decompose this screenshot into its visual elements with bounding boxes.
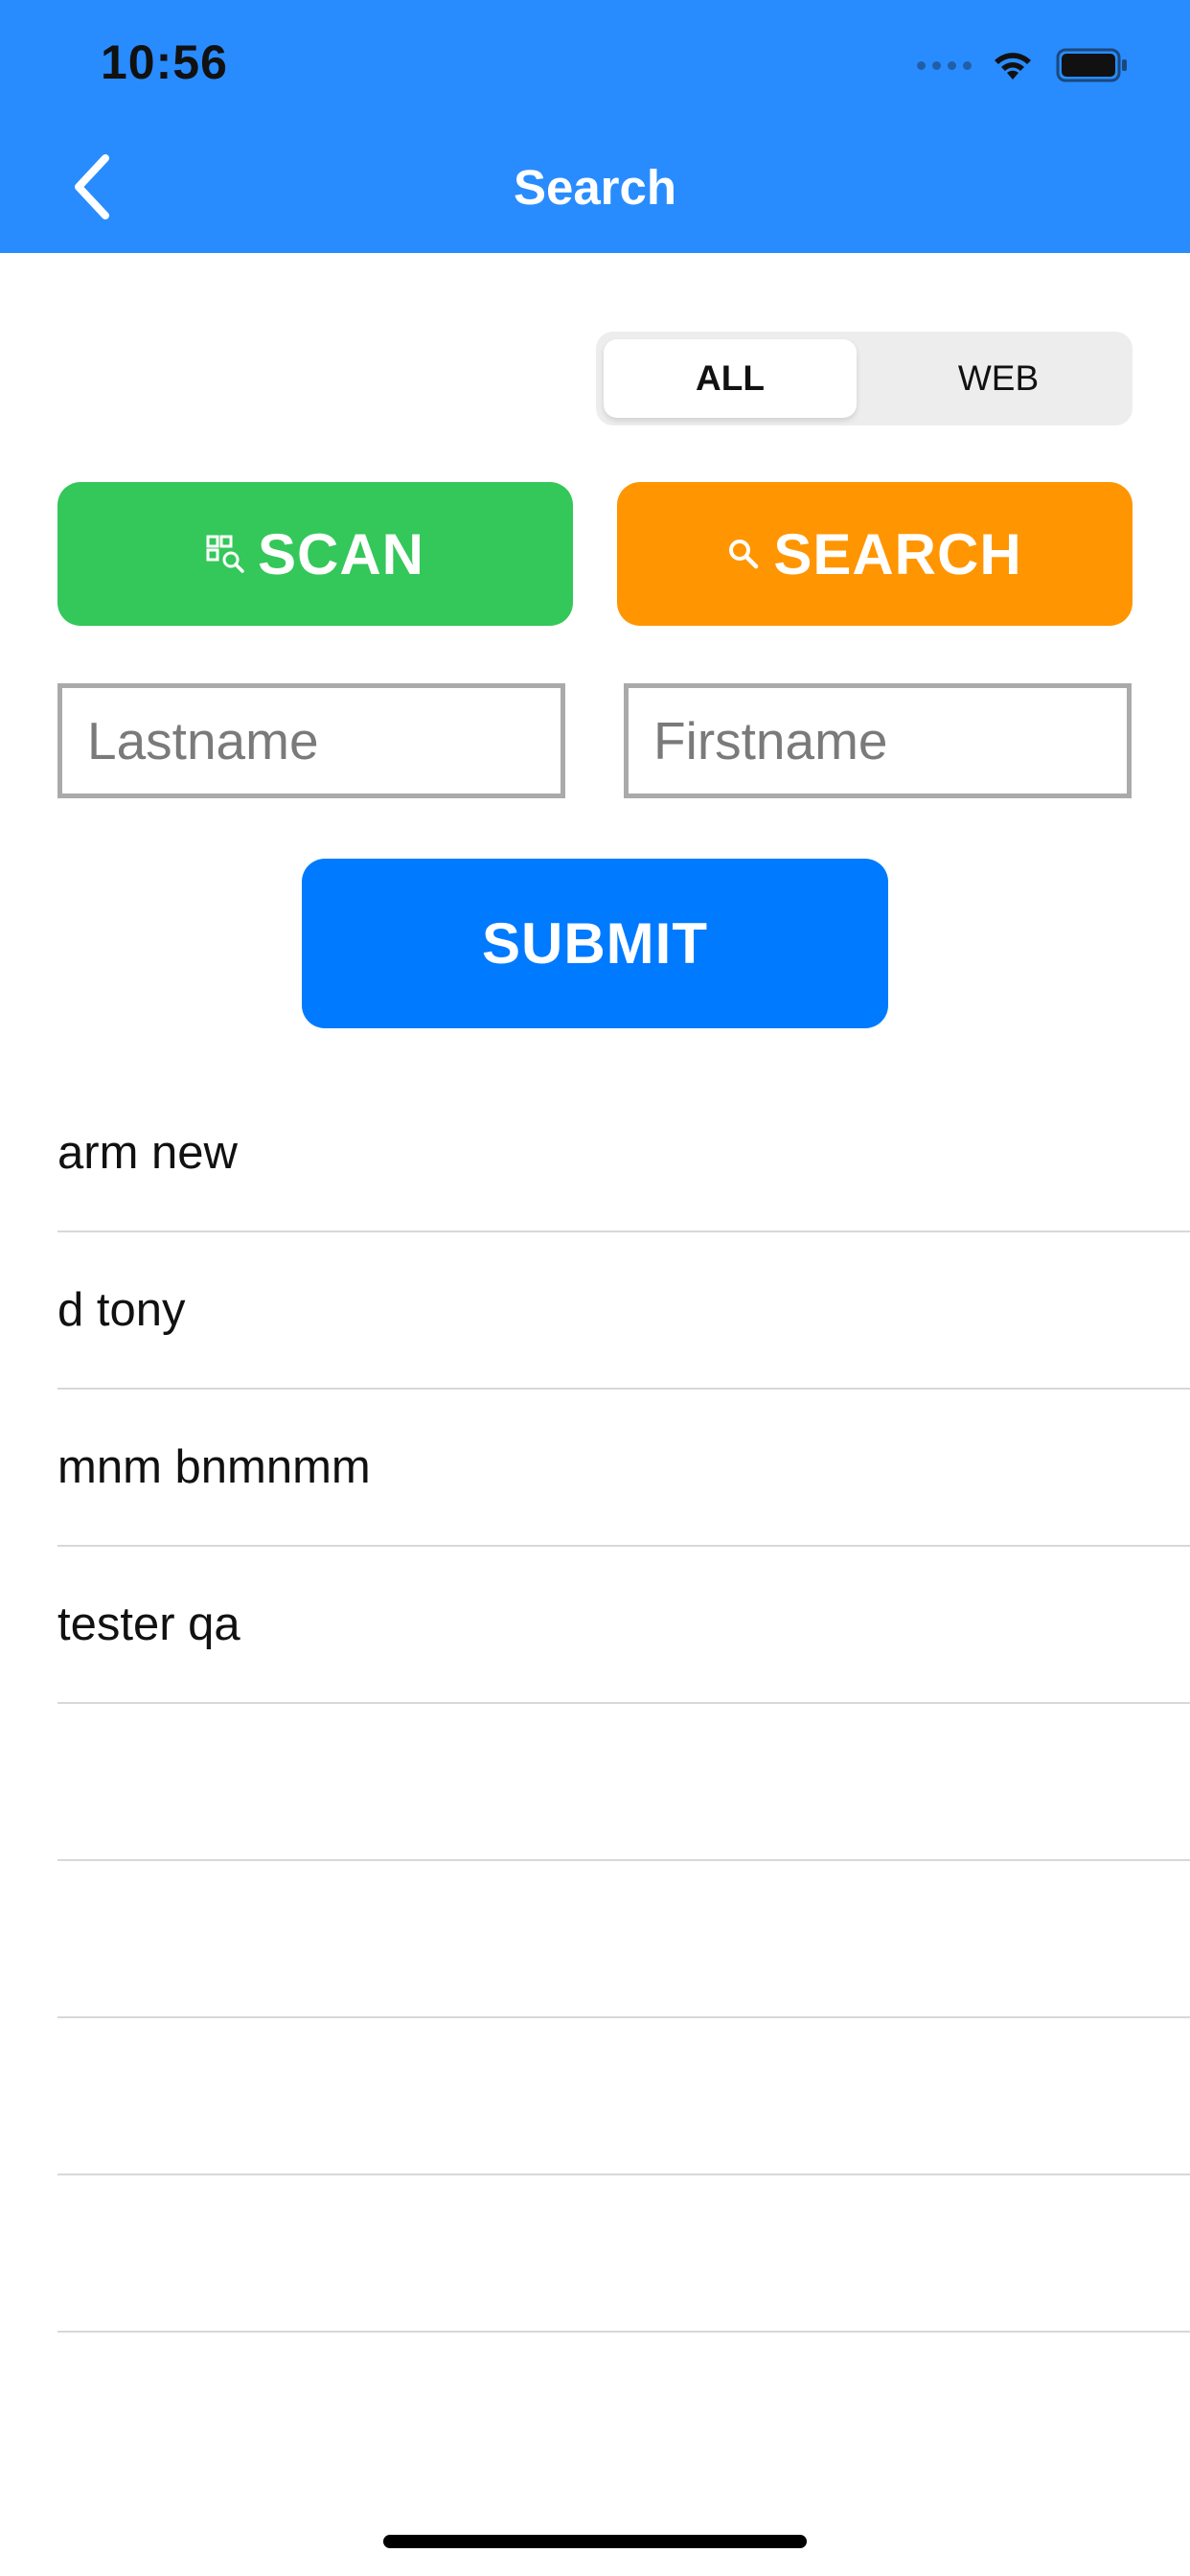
list-item[interactable] bbox=[57, 2018, 1190, 2175]
list-item[interactable]: tester qa bbox=[57, 1547, 1190, 1704]
search-button-label: SEARCH bbox=[773, 521, 1022, 586]
magnifier-icon bbox=[729, 540, 759, 569]
status-icons bbox=[917, 44, 1129, 86]
list-item[interactable] bbox=[57, 1861, 1190, 2018]
page-title: Search bbox=[513, 160, 677, 215]
segment-all[interactable]: ALL bbox=[604, 339, 857, 418]
status-time: 10:56 bbox=[101, 35, 228, 89]
results-list: arm new d tony mnm bnmnmm tester qa bbox=[57, 1075, 1190, 2333]
qr-scan-icon bbox=[206, 535, 244, 573]
list-item[interactable]: arm new bbox=[57, 1075, 1190, 1232]
filter-segmented-control: ALL WEB bbox=[596, 332, 1133, 426]
battery-icon bbox=[1056, 48, 1127, 82]
list-item[interactable] bbox=[57, 1704, 1190, 1861]
list-item[interactable] bbox=[57, 2175, 1190, 2333]
lastname-input[interactable] bbox=[57, 683, 565, 798]
home-indicator bbox=[383, 2535, 807, 2548]
wifi-icon bbox=[995, 53, 1031, 80]
list-item[interactable]: d tony bbox=[57, 1232, 1190, 1390]
segment-web[interactable]: WEB bbox=[872, 339, 1125, 418]
scan-button-label: SCAN bbox=[257, 521, 424, 586]
list-item[interactable]: mnm bnmnmm bbox=[57, 1390, 1190, 1547]
submit-button[interactable]: SUBMIT bbox=[302, 859, 888, 1028]
scan-button[interactable]: SCAN bbox=[57, 482, 573, 626]
navigation-header: 10:56 Search bbox=[0, 0, 1190, 253]
firstname-input[interactable] bbox=[624, 683, 1132, 798]
cellular-signal-icon bbox=[917, 60, 972, 70]
search-button[interactable]: SEARCH bbox=[617, 482, 1133, 626]
search-screen: 10:56 Search ALL WEB SCAN SEARCH Lastnam… bbox=[0, 0, 1190, 2576]
